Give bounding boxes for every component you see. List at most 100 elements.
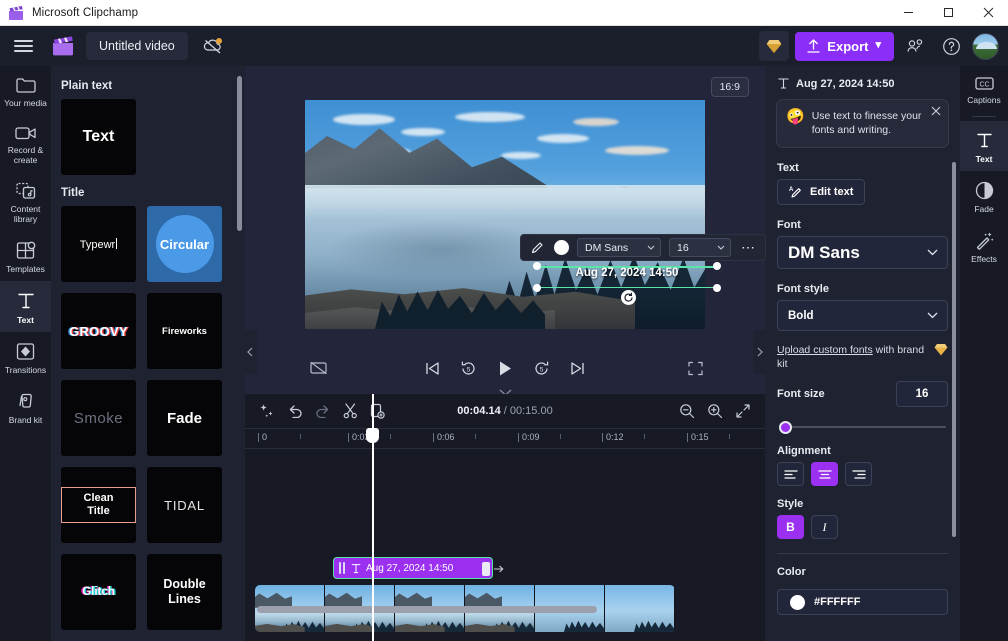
- sidebar-item-content-library[interactable]: Content library: [0, 172, 51, 231]
- upload-custom-fonts-link[interactable]: Upload custom fonts: [777, 344, 873, 356]
- italic-button[interactable]: I: [811, 515, 838, 539]
- ruler-minor-tick: [729, 434, 730, 439]
- right-rail-item-fade[interactable]: Fade: [960, 171, 1008, 221]
- fit-to-screen-icon[interactable]: [735, 403, 751, 419]
- template-card-tidal[interactable]: TIDAL: [147, 467, 222, 543]
- template-card-fade[interactable]: Fade: [147, 380, 222, 456]
- timeline-tracks: Aug 27, 2024 14:50: [245, 449, 765, 632]
- bold-button[interactable]: B: [777, 515, 804, 539]
- diamond-icon[interactable]: [759, 31, 790, 61]
- color-picker-button[interactable]: #FFFFFF: [777, 589, 948, 615]
- color-swatch: [790, 594, 805, 610]
- text-panel-scrollbar[interactable]: [237, 76, 242, 231]
- magic-wand-icon[interactable]: [259, 403, 275, 419]
- template-card-smoke[interactable]: Smoke: [61, 380, 136, 456]
- collapse-left-panel-handle[interactable]: chevron-left-icon: [243, 330, 257, 374]
- template-card-groovy[interactable]: GROOVY: [61, 293, 136, 369]
- right-rail-item-effects[interactable]: Effects: [960, 221, 1008, 271]
- zoom-out-icon[interactable]: [679, 403, 695, 419]
- align-right-button[interactable]: [845, 462, 872, 486]
- maximize-button[interactable]: [928, 0, 968, 26]
- export-button[interactable]: Export ▾: [795, 31, 894, 61]
- skip-next-icon[interactable]: [570, 361, 586, 376]
- timeline-ruler[interactable]: 0 0:03 0:06 0:09 0:12 0:15: [245, 428, 765, 449]
- skip-previous-icon[interactable]: [424, 361, 440, 376]
- sidebar-item-templates[interactable]: Templates: [0, 231, 51, 281]
- sidebar-item-your-media[interactable]: Your media: [0, 66, 51, 115]
- align-left-button[interactable]: [777, 462, 804, 486]
- forward-5-icon[interactable]: 5: [533, 360, 550, 377]
- question-circle-icon[interactable]: [936, 31, 966, 61]
- fade-circle-icon: [974, 180, 995, 201]
- template-card-double-lines[interactable]: Double Lines: [147, 554, 222, 630]
- font-size-input[interactable]: 16: [896, 381, 948, 407]
- svg-text:5: 5: [467, 366, 471, 373]
- hamburger-menu-icon[interactable]: [0, 36, 46, 55]
- play-icon[interactable]: [497, 360, 513, 377]
- close-button[interactable]: [968, 0, 1008, 26]
- properties-scrollbar[interactable]: [951, 162, 956, 537]
- minimize-button[interactable]: [888, 0, 928, 26]
- template-card-fireworks[interactable]: Fireworks: [147, 293, 222, 369]
- font-family-select[interactable]: DM Sans: [577, 238, 661, 257]
- resize-handle-br[interactable]: [713, 284, 721, 292]
- share-people-icon[interactable]: [900, 31, 930, 61]
- ellipsis-icon[interactable]: ⋯: [739, 239, 758, 256]
- sidebar-item-transitions[interactable]: Transitions: [0, 332, 51, 382]
- clip-extend-arrow-icon[interactable]: [494, 565, 504, 573]
- timeline-playhead[interactable]: [366, 394, 379, 641]
- timeline-text-clip[interactable]: Aug 27, 2024 14:50: [333, 557, 504, 579]
- color-hex-value: #FFFFFF: [814, 596, 861, 608]
- template-card-typewriter[interactable]: Typewr: [61, 206, 136, 282]
- clapperboard-logo-icon[interactable]: [46, 36, 80, 56]
- font-select[interactable]: DM Sans: [777, 236, 948, 269]
- template-card-clean-title[interactable]: Clean Title: [61, 467, 136, 543]
- resize-handle-tl[interactable]: [533, 262, 541, 270]
- video-preview[interactable]: [305, 100, 705, 329]
- timeline-horizontal-scrollbar[interactable]: [257, 606, 597, 613]
- template-card-glitch[interactable]: Glitch: [61, 554, 136, 630]
- clip-resize-handle-right[interactable]: [482, 562, 490, 576]
- template-card-circular[interactable]: Circular: [147, 206, 222, 282]
- sidebar-item-brand-kit[interactable]: Brand kit: [0, 382, 51, 432]
- total-time: 00:15.00: [509, 404, 553, 417]
- pencil-icon[interactable]: [528, 239, 546, 257]
- rotate-handle-icon[interactable]: [621, 290, 636, 305]
- aspect-ratio-button[interactable]: 16:9: [710, 77, 749, 97]
- zoom-in-icon[interactable]: [707, 403, 723, 419]
- text-color-swatch[interactable]: [554, 240, 569, 255]
- resize-handle-tr[interactable]: [713, 262, 721, 270]
- cloud-off-icon[interactable]: [200, 37, 226, 55]
- undo-icon[interactable]: [287, 404, 303, 418]
- redo-icon[interactable]: [315, 404, 331, 418]
- fullscreen-icon[interactable]: [688, 361, 703, 376]
- sidebar-item-label: Your media: [4, 98, 47, 108]
- ruler-tick: 0:06: [433, 432, 455, 442]
- text-selection-box[interactable]: Aug 27, 2024 14:50: [533, 262, 721, 292]
- rewind-5-icon[interactable]: 5: [460, 360, 477, 377]
- scissors-icon[interactable]: [343, 402, 358, 419]
- collapse-right-panel-handle[interactable]: [753, 330, 767, 374]
- close-icon[interactable]: [931, 106, 941, 116]
- font-size-select[interactable]: 16: [669, 238, 731, 257]
- transport-buttons: 5 5: [245, 360, 765, 377]
- font-size-value: 16: [677, 241, 689, 254]
- right-rail-item-captions[interactable]: CC Captions: [960, 66, 1008, 112]
- slider-knob[interactable]: [779, 421, 792, 434]
- user-avatar[interactable]: [972, 32, 999, 60]
- resize-handle-bl[interactable]: [533, 284, 541, 292]
- playhead-knob[interactable]: [366, 428, 379, 443]
- font-style-select[interactable]: Bold: [777, 300, 948, 331]
- selection-line-bottom: [537, 286, 717, 288]
- text-t-icon: [974, 130, 995, 151]
- align-center-button[interactable]: [811, 462, 838, 486]
- sidebar-item-record-create[interactable]: Record & create: [0, 115, 51, 172]
- sidebar-item-text[interactable]: Text: [0, 281, 51, 332]
- project-name-input[interactable]: Untitled video: [86, 32, 188, 60]
- right-rail-item-text[interactable]: Text: [960, 121, 1008, 171]
- font-size-slider[interactable]: [779, 421, 946, 434]
- right-rail-label: Text: [975, 154, 993, 164]
- clip-drag-handle[interactable]: [339, 562, 346, 574]
- edit-text-button[interactable]: A Edit text: [777, 179, 866, 205]
- template-card-plain-text[interactable]: Text: [61, 99, 136, 175]
